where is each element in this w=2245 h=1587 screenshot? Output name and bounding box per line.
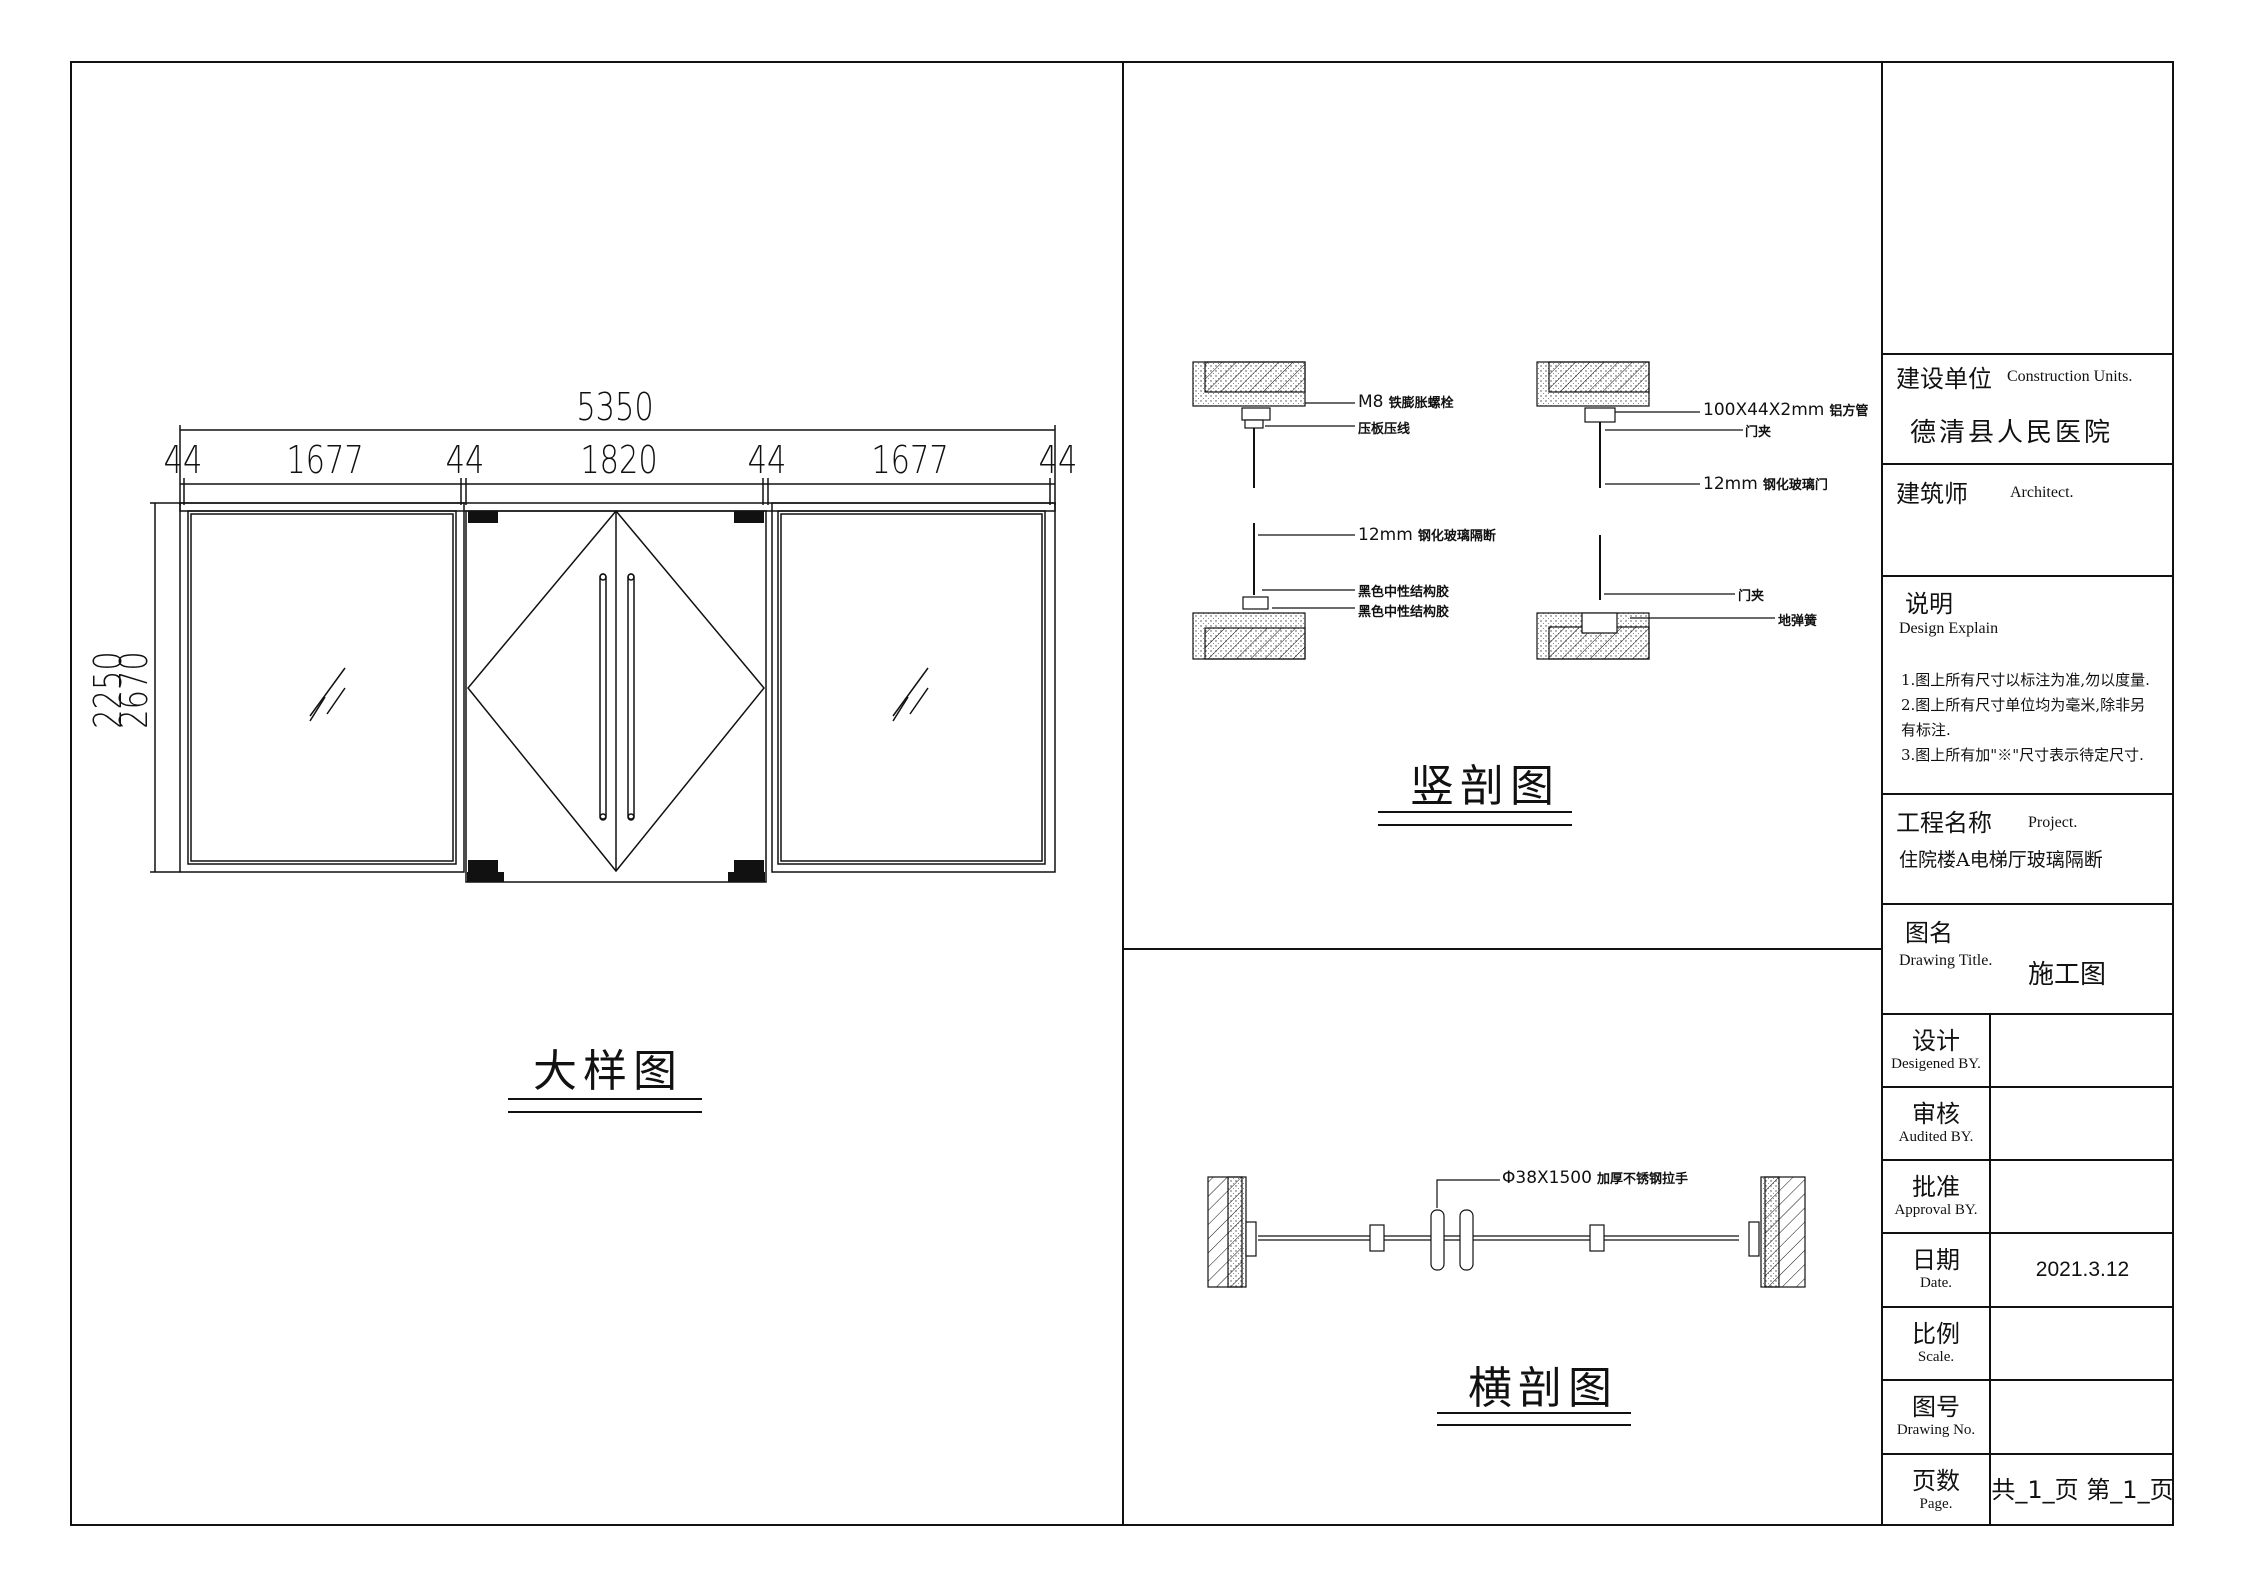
design-note-2: 2.图上所有尺寸单位均为毫米,除非另 <box>1901 696 2146 714</box>
value-drawing-no[interactable] <box>1991 1381 2174 1453</box>
note-pull-handle: Φ38X1500 加厚不锈钢拉手 <box>1502 1168 1689 1188</box>
label-drawing-title-en: Drawing Title. <box>1899 952 1993 969</box>
tb-divider <box>1881 903 2174 905</box>
value-drawing-title: 施工图 <box>2028 960 2107 990</box>
row-audited-by: 审核 Audited BY. <box>1883 1088 1989 1159</box>
label-audited-cn: 审核 <box>1912 1100 1960 1128</box>
caption-underline <box>1437 1424 1631 1426</box>
label-approval-cn: 批准 <box>1912 1173 1960 1201</box>
row-page: 页数 Page. <box>1883 1455 1989 1526</box>
value-audited-by[interactable] <box>1991 1088 2174 1159</box>
label-scale-cn: 比例 <box>1912 1320 1960 1348</box>
label-design-explain-en: Design Explain <box>1899 620 1999 637</box>
clamp-left <box>1369 1224 1385 1252</box>
design-note-2-cont: 有标注. <box>1901 721 1951 739</box>
value-scale[interactable] <box>1991 1308 2174 1379</box>
label-audited-en: Audited BY. <box>1898 1129 1974 1145</box>
clamp-right <box>1589 1224 1605 1252</box>
label-page-en: Page. <box>1919 1496 1953 1512</box>
pull-handle-right <box>1459 1209 1474 1271</box>
label-designed-en: Desigened BY. <box>1891 1056 1981 1072</box>
design-note-3: 3.图上所有加"※"尺寸表示待定尺寸. <box>1901 746 2144 764</box>
tb-divider <box>1881 463 2174 465</box>
label-drawing-no-cn: 图号 <box>1912 1393 1960 1421</box>
label-scale-en: Scale. <box>1917 1349 1955 1365</box>
label-designed-cn: 设计 <box>1912 1027 1960 1055</box>
value-project: 住院楼A电梯厅玻璃隔断 <box>1899 849 2103 871</box>
label-date-cn: 日期 <box>1912 1246 1960 1274</box>
design-note-1: 1.图上所有尺寸以标注为准,勿以度量. <box>1901 671 2150 689</box>
row-approval-by: 批准 Approval BY. <box>1883 1161 1989 1232</box>
value-page: 共_1_页 第_1_页 <box>1991 1476 2174 1504</box>
tb-divider <box>1881 353 2174 355</box>
label-drawing-title-cn: 图名 <box>1905 919 1953 947</box>
pull-handle-left <box>1430 1209 1445 1271</box>
design-notes: 1.图上所有尺寸以标注为准,勿以度量. 2.图上所有尺寸单位均为毫米,除非另 有… <box>1901 668 2150 768</box>
label-construction-units-cn: 建设单位 <box>1896 365 1992 393</box>
caption-horizontal-section: 横剖图 <box>1468 1363 1618 1414</box>
tb-divider <box>1881 793 2174 795</box>
value-date[interactable]: 2021.3.12 <box>1991 1234 2174 1306</box>
row-drawing-no: 图号 Drawing No. <box>1883 1381 1989 1453</box>
tb-divider <box>1881 575 2174 577</box>
label-drawing-no-en: Drawing No. <box>1896 1422 1976 1438</box>
label-approval-en: Approval BY. <box>1894 1202 1978 1218</box>
label-design-explain-cn: 说明 <box>1905 590 1953 618</box>
label-architect-en: Architect. <box>2010 484 2074 501</box>
caption-underline <box>1437 1412 1631 1414</box>
label-project-cn: 工程名称 <box>1896 809 1992 837</box>
label-date-en: Date. <box>1919 1275 1953 1291</box>
value-designed-by[interactable] <box>1991 1015 2174 1086</box>
row-designed-by: 设计 Desigened BY. <box>1883 1015 1989 1086</box>
label-construction-units-en: Construction Units. <box>2007 368 2133 385</box>
label-architect-cn: 建筑师 <box>1896 480 1968 508</box>
value-construction-units: 德清县人民医院 <box>1910 418 2114 448</box>
label-project-en: Project. <box>2028 814 2078 831</box>
label-page-cn: 页数 <box>1912 1467 1960 1495</box>
value-approval-by[interactable] <box>1991 1161 2174 1232</box>
row-date: 日期 Date. <box>1883 1234 1989 1306</box>
row-scale: 比例 Scale. <box>1883 1308 1989 1379</box>
